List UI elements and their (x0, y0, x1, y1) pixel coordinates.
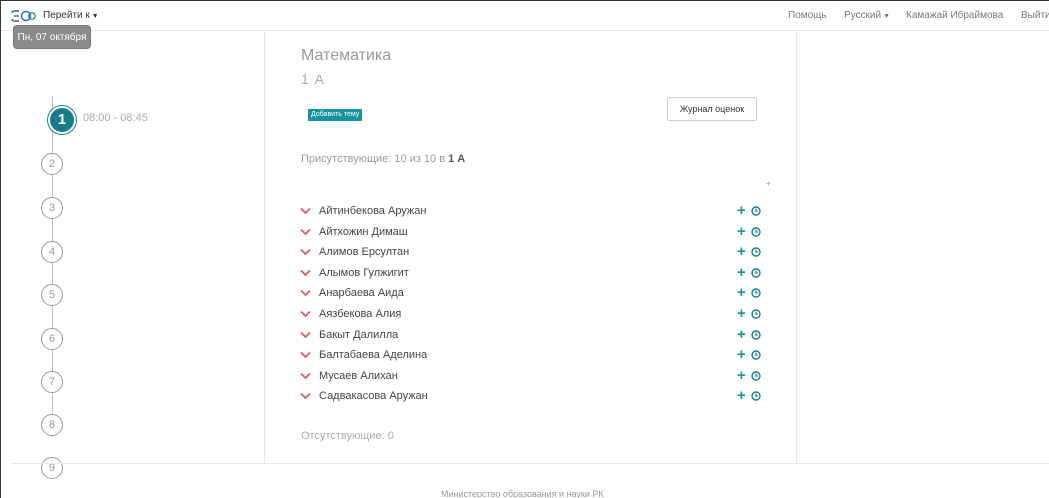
student-row: Садвакасова Аружан + (300, 387, 761, 409)
attendance-summary: Присутствующие: 10 из 10 в 1 А (301, 153, 465, 165)
grade-journal-button[interactable]: Журнал оценок (667, 97, 757, 121)
add-grade-icon[interactable]: + (737, 387, 746, 405)
chevron-down-icon[interactable] (300, 392, 311, 400)
add-grade-icon[interactable]: + (737, 264, 746, 282)
clock-icon[interactable] (751, 226, 761, 237)
lesson-number-8[interactable]: 8 (41, 414, 63, 436)
absent-summary: Отсутствующие: 0 (301, 430, 394, 442)
chevron-down-icon[interactable] (300, 228, 311, 236)
lesson-number-3[interactable]: 3 (41, 197, 63, 219)
add-grade-icon[interactable]: + (737, 367, 746, 385)
expand-all-icon[interactable]: + (766, 179, 771, 188)
student-row: Бакыт Далилла + (300, 326, 761, 348)
student-row: Алимов Ерсултан + (300, 243, 761, 265)
student-name: Бакыт Далилла (319, 328, 399, 341)
student-row: Аязбекова Алия + (300, 305, 761, 327)
clock-icon[interactable] (751, 391, 761, 402)
app-window: Перейти к ▼ Помощь Русский ▼ Камажай Ибрай… (0, 0, 1049, 498)
lesson-number-7[interactable]: 7 (41, 371, 63, 393)
student-list: Айтинбекова Аружан + Айтхожин Димаш + Алимов… (300, 202, 761, 409)
student-name: Аязбекова Алия (319, 307, 402, 320)
student-row: Анарбаева Аида + (300, 284, 761, 306)
clock-icon[interactable] (751, 371, 761, 381)
student-row: Айтхожин Димаш + (300, 223, 761, 245)
add-topic-button[interactable]: Добавить тему (308, 109, 363, 121)
lesson-time: 08:00 - 08:45 (83, 112, 148, 124)
student-row: Мусаев Алихан + (300, 367, 761, 389)
goto-menu[interactable]: Перейти к ▼ (43, 10, 99, 21)
clock-icon[interactable] (751, 268, 761, 278)
chevron-down-icon: ▼ (883, 13, 891, 20)
add-grade-icon[interactable]: + (737, 326, 746, 344)
student-name: Мусаев Алихан (319, 369, 398, 382)
lesson-number-9[interactable]: 9 (41, 457, 63, 479)
clock-icon[interactable] (751, 329, 761, 340)
chevron-down-icon[interactable] (300, 310, 311, 318)
student-name: Садвакасова Аружан (319, 390, 428, 403)
help-link[interactable]: Помощь (788, 10, 827, 21)
chevron-down-icon[interactable] (300, 269, 311, 277)
lesson-number-5[interactable]: 5 (41, 284, 63, 306)
clock-icon[interactable] (751, 350, 761, 360)
add-grade-icon[interactable]: + (737, 202, 746, 220)
add-grade-icon[interactable]: + (737, 305, 746, 323)
student-row: Балтабаева Аделина + (300, 346, 761, 368)
lesson-number-6[interactable]: 6 (41, 328, 63, 350)
chevron-down-icon[interactable] (300, 372, 311, 380)
top-navbar: Перейти к ▼ Помощь Русский ▼ Камажай Ибрай… (1, 1, 1049, 31)
chevron-down-icon[interactable] (300, 289, 311, 297)
footer-divider (11, 463, 1049, 464)
student-name: Алымов Гулжигит (319, 266, 409, 279)
language-menu[interactable]: Русский ▼ (844, 10, 890, 21)
chevron-down-icon[interactable] (300, 331, 311, 339)
clock-icon[interactable] (751, 247, 761, 257)
student-name: Балтабаева Аделина (319, 349, 428, 362)
student-name: Айтхожин Димаш (319, 225, 408, 238)
chevron-down-icon[interactable] (300, 207, 311, 215)
logout-link[interactable]: Выйти (1021, 10, 1049, 21)
subject-title: Математика (301, 47, 392, 64)
date-selector[interactable]: Пн, 07 октября (13, 25, 91, 49)
student-name: Анарбаева Аида (319, 287, 404, 300)
attendance-class: 1 А (448, 153, 466, 165)
add-grade-icon[interactable]: + (737, 284, 746, 302)
attendance-text: Присутствующие: 10 из 10 в (301, 153, 449, 165)
lesson-number-2[interactable]: 2 (41, 153, 63, 175)
lesson-number-4[interactable]: 4 (41, 241, 63, 263)
user-name[interactable]: Камажай Ибраймова (906, 10, 1003, 21)
student-row: Алымов Гулжигит + (300, 264, 761, 286)
add-grade-icon[interactable]: + (737, 243, 746, 261)
chevron-down-icon[interactable] (300, 248, 311, 256)
clock-icon[interactable] (751, 309, 761, 319)
student-row: Айтинбекова Аружан + (300, 202, 761, 224)
add-grade-icon[interactable]: + (737, 223, 746, 241)
logo-icon[interactable] (10, 10, 36, 22)
clock-icon[interactable] (751, 206, 761, 216)
lesson-number-1[interactable]: 1 (48, 106, 76, 134)
student-name: Алимов Ерсултан (319, 246, 410, 259)
language-label: Русский (844, 10, 882, 21)
class-name: 1 А (301, 71, 326, 87)
chevron-down-icon: ▼ (91, 13, 99, 20)
footer-text: Министерство образования и науки РК (441, 489, 604, 498)
add-grade-icon[interactable]: + (737, 346, 746, 364)
goto-label: Перейти к (43, 10, 90, 21)
student-name: Айтинбекова Аружан (319, 205, 427, 217)
chevron-down-icon[interactable] (300, 351, 311, 359)
clock-icon[interactable] (751, 288, 761, 299)
